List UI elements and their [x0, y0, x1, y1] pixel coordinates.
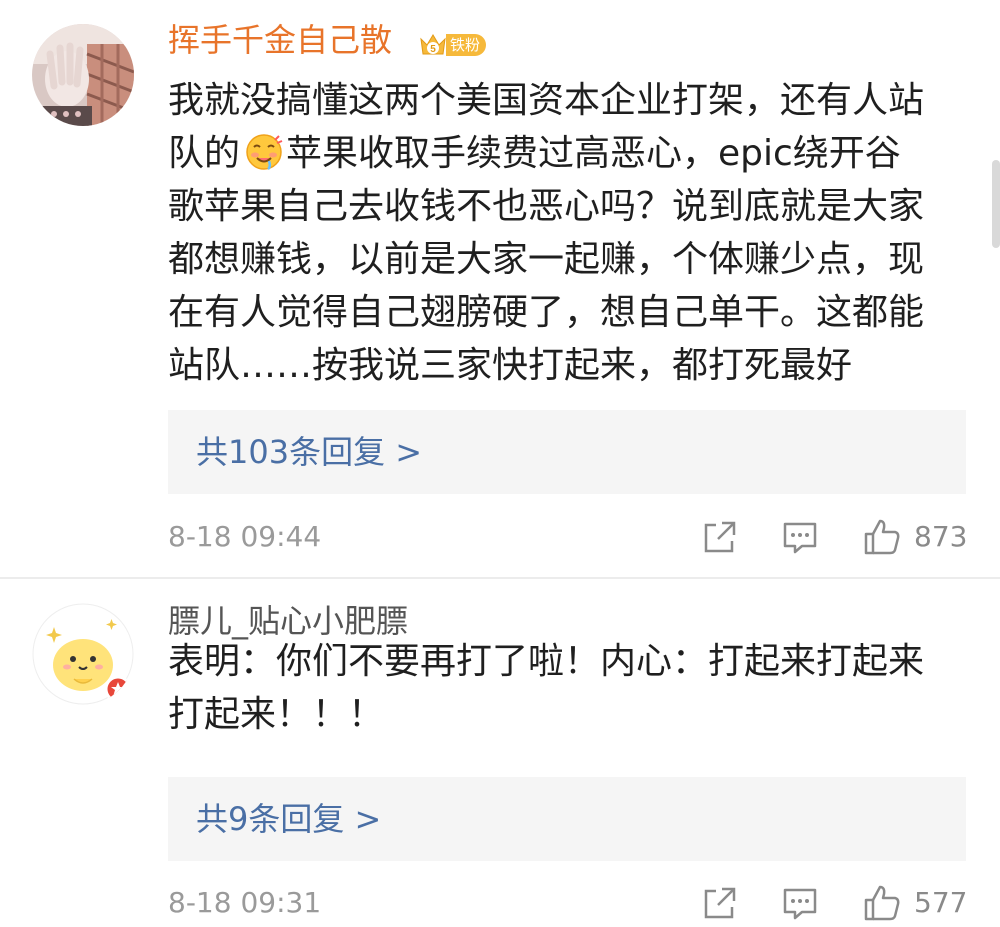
- avatar[interactable]: [32, 24, 134, 126]
- crown-icon: 5: [420, 34, 446, 55]
- view-replies-link[interactable]: 共9条回复 >: [196, 797, 381, 841]
- replies-panel[interactable]: 共103条回复 >: [168, 410, 966, 494]
- comment-icon[interactable]: [780, 517, 820, 557]
- badge-label: 铁粉: [446, 34, 487, 56]
- share-icon[interactable]: [700, 517, 740, 557]
- comment-line: 歌苹果自己去收钱不也恶心吗？说到底就是大家: [168, 186, 925, 227]
- like-count: 577: [914, 886, 968, 919]
- fan-badge[interactable]: 5 铁粉: [418, 30, 496, 60]
- comment-line: 打起来！！！: [168, 694, 385, 735]
- comment-line: 在有人觉得自己翅膀硬了，想自己单干。这都能: [168, 292, 925, 333]
- view-replies-link[interactable]: 共103条回复 >: [196, 430, 422, 474]
- comment-text-segment: 队的: [168, 133, 241, 174]
- replies-panel[interactable]: 共9条回复 >: [168, 777, 966, 861]
- comment-line: 队的 苹果收取手续费过高恶心，epic绕开谷: [168, 127, 968, 180]
- comment-line: 站队……按我说三家快打起来，都打死最好: [168, 345, 853, 386]
- comment-line: 表明：你们不要再打了啦！内心：打起来打起来: [168, 641, 925, 682]
- avatar-image: [32, 24, 134, 126]
- comment-meta: 8-18 09:44 873: [168, 515, 968, 559]
- comment-meta: 8-18 09:31 577: [168, 881, 968, 925]
- share-icon[interactable]: [700, 883, 740, 923]
- avatar[interactable]: [32, 603, 134, 705]
- drooling-face-emoji: [246, 134, 283, 171]
- comment-line: 都想赚钱，以前是大家一起赚，个体赚少点，现: [168, 239, 925, 280]
- comment-text-segment: 苹果收取手续费过高恶心，epic绕开谷: [286, 133, 901, 174]
- thumbs-up-icon[interactable]: [862, 517, 902, 557]
- comment-text: 表明：你们不要再打了啦！内心：打起来打起来 打起来！！！: [168, 635, 968, 741]
- comment-item: 膘儿_贴心小肥膘 表明：你们不要再打了啦！内心：打起来打起来 打起来！！！ 共9…: [0, 579, 1000, 927]
- comment-item: 挥手千金自己散 5 铁粉 我就没搞懂这两个美国资本企业打架，还有人站 队的 苹果…: [0, 0, 1000, 578]
- thumbs-up-icon[interactable]: [862, 883, 902, 923]
- timestamp: 8-18 09:31: [168, 886, 322, 919]
- avatar-image: [32, 603, 134, 705]
- badge-level: 5: [430, 44, 436, 55]
- timestamp: 8-18 09:44: [168, 520, 322, 553]
- comment-line: 我就没搞懂这两个美国资本企业打架，还有人站: [168, 80, 925, 121]
- comment-text: 我就没搞懂这两个美国资本企业打架，还有人站 队的 苹果收取手续费过高恶心，epi…: [168, 74, 968, 392]
- comment-icon[interactable]: [780, 883, 820, 923]
- username[interactable]: 挥手千金自己散: [168, 20, 392, 60]
- like-count: 873: [914, 520, 968, 553]
